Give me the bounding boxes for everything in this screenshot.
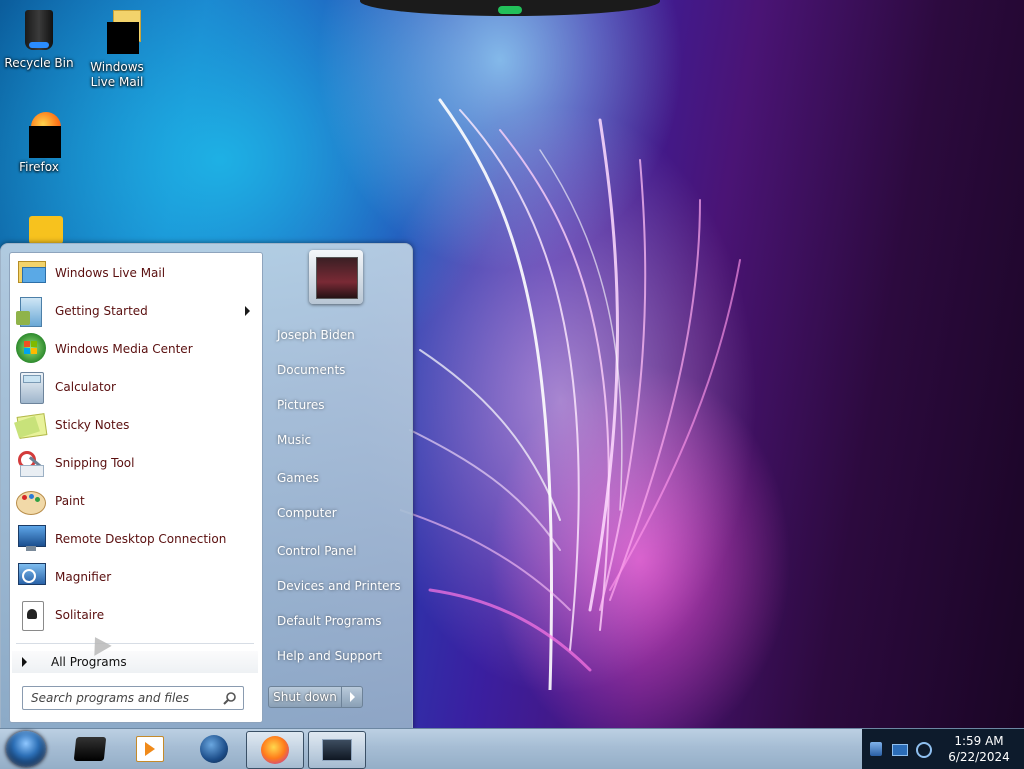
taskbar-globe[interactable] [186, 731, 242, 767]
all-programs-label: All Programs [51, 655, 127, 669]
clock[interactable]: 1:59 AM 6/22/2024 [936, 733, 1022, 765]
program-sticky-notes[interactable]: Sticky Notes [12, 407, 258, 443]
windows-media-center-icon [14, 333, 48, 365]
program-label: Paint [55, 494, 85, 508]
user-avatar[interactable] [309, 250, 363, 304]
program-label: Getting Started [55, 304, 148, 318]
program-magnifier[interactable]: Magnifier [12, 559, 258, 595]
submenu-arrow-icon[interactable] [245, 306, 250, 316]
search-icon[interactable] [223, 691, 237, 705]
firefox-icon [261, 736, 289, 764]
media-player-icon [136, 736, 164, 762]
network-icon[interactable] [870, 742, 882, 756]
program-label: Windows Media Center [55, 342, 193, 356]
taskbar-media-player[interactable] [122, 731, 178, 767]
windows-live-mail-icon [14, 257, 48, 289]
getting-started-icon [14, 295, 48, 327]
sticky-notes-icon [14, 409, 48, 441]
solitaire-icon [14, 599, 48, 631]
link-user-folder[interactable]: Joseph Biden [277, 328, 355, 342]
desktop-icon-firefox[interactable]: Firefox [1, 110, 77, 175]
start-menu: Windows Live Mail Getting Started Window… [0, 243, 413, 730]
desktop-icon-label: Recycle Bin [4, 56, 74, 70]
remote-desktop-icon [14, 523, 48, 555]
desktop-icon-label: Windows Live Mail [90, 60, 144, 89]
taskbar-firefox[interactable] [246, 731, 304, 769]
program-paint[interactable]: Paint [12, 483, 258, 519]
shutdown-options-arrow-icon[interactable] [341, 686, 363, 708]
program-label: Solitaire [55, 608, 105, 622]
app-window-icon [73, 737, 107, 761]
recycle-bin-icon [15, 6, 63, 54]
status-light [498, 6, 522, 14]
clock-date: 6/22/2024 [948, 750, 1010, 764]
all-programs-button[interactable]: All Programs [12, 651, 258, 673]
search-box[interactable]: Search programs and files [22, 686, 244, 710]
program-label: Snipping Tool [55, 456, 135, 470]
wallpaper-feather [400, 98, 741, 690]
globe-icon [200, 735, 228, 763]
windows-live-mail-icon [93, 10, 141, 58]
snipping-tool-icon [14, 447, 48, 479]
display-icon[interactable] [892, 744, 908, 756]
shutdown-button[interactable]: Shut down [268, 686, 342, 708]
program-remote-desktop-connection[interactable]: Remote Desktop Connection [12, 521, 258, 557]
paint-icon [14, 485, 48, 517]
program-snipping-tool[interactable]: Snipping Tool [12, 445, 258, 481]
program-windows-media-center[interactable]: Windows Media Center [12, 331, 258, 367]
search-input[interactable]: Search programs and files [31, 691, 223, 705]
clock-time: 1:59 AM [954, 734, 1004, 748]
taskbar-explorer[interactable] [308, 731, 366, 769]
program-windows-live-mail[interactable]: Windows Live Mail [12, 255, 258, 291]
link-music[interactable]: Music [277, 433, 311, 447]
volume-icon[interactable] [916, 742, 932, 758]
desktop-icon-label: Firefox [19, 160, 59, 174]
taskbar-app-1[interactable] [62, 731, 118, 767]
link-documents[interactable]: Documents [277, 363, 345, 377]
taskbar: 1:59 AM 6/22/2024 [0, 728, 1024, 769]
calculator-icon [14, 371, 48, 404]
link-games[interactable]: Games [277, 471, 319, 485]
program-label: Magnifier [55, 570, 112, 584]
desktop-icon-windows-live-mail[interactable]: Windows Live Mail [79, 10, 155, 90]
program-label: Windows Live Mail [55, 266, 166, 280]
desktop-icon-recycle-bin[interactable]: Recycle Bin [1, 6, 77, 71]
system-tray: 1:59 AM 6/22/2024 [862, 729, 1024, 769]
start-menu-places-pane: Joseph Biden Documents Pictures Music Ga… [263, 244, 412, 729]
start-menu-programs-pane: Windows Live Mail Getting Started Window… [9, 252, 263, 723]
start-button[interactable] [6, 731, 46, 767]
program-solitaire[interactable]: Solitaire [12, 597, 258, 633]
program-label: Remote Desktop Connection [55, 532, 227, 546]
chevron-right-icon [22, 657, 27, 667]
top-bar-decoration [360, 0, 660, 16]
explorer-window-icon [322, 739, 352, 761]
firefox-icon [15, 110, 63, 158]
separator [16, 643, 254, 644]
program-getting-started[interactable]: Getting Started [12, 293, 258, 329]
link-pictures[interactable]: Pictures [277, 398, 325, 412]
magnifier-icon [14, 561, 48, 593]
program-label: Calculator [55, 380, 116, 394]
link-devices-and-printers[interactable]: Devices and Printers [277, 579, 401, 593]
link-help-and-support[interactable]: Help and Support [277, 649, 382, 663]
program-label: Sticky Notes [55, 418, 130, 432]
link-control-panel[interactable]: Control Panel [277, 544, 357, 558]
link-default-programs[interactable]: Default Programs [277, 614, 382, 628]
link-computer[interactable]: Computer [277, 506, 337, 520]
program-calculator[interactable]: Calculator [12, 369, 258, 405]
